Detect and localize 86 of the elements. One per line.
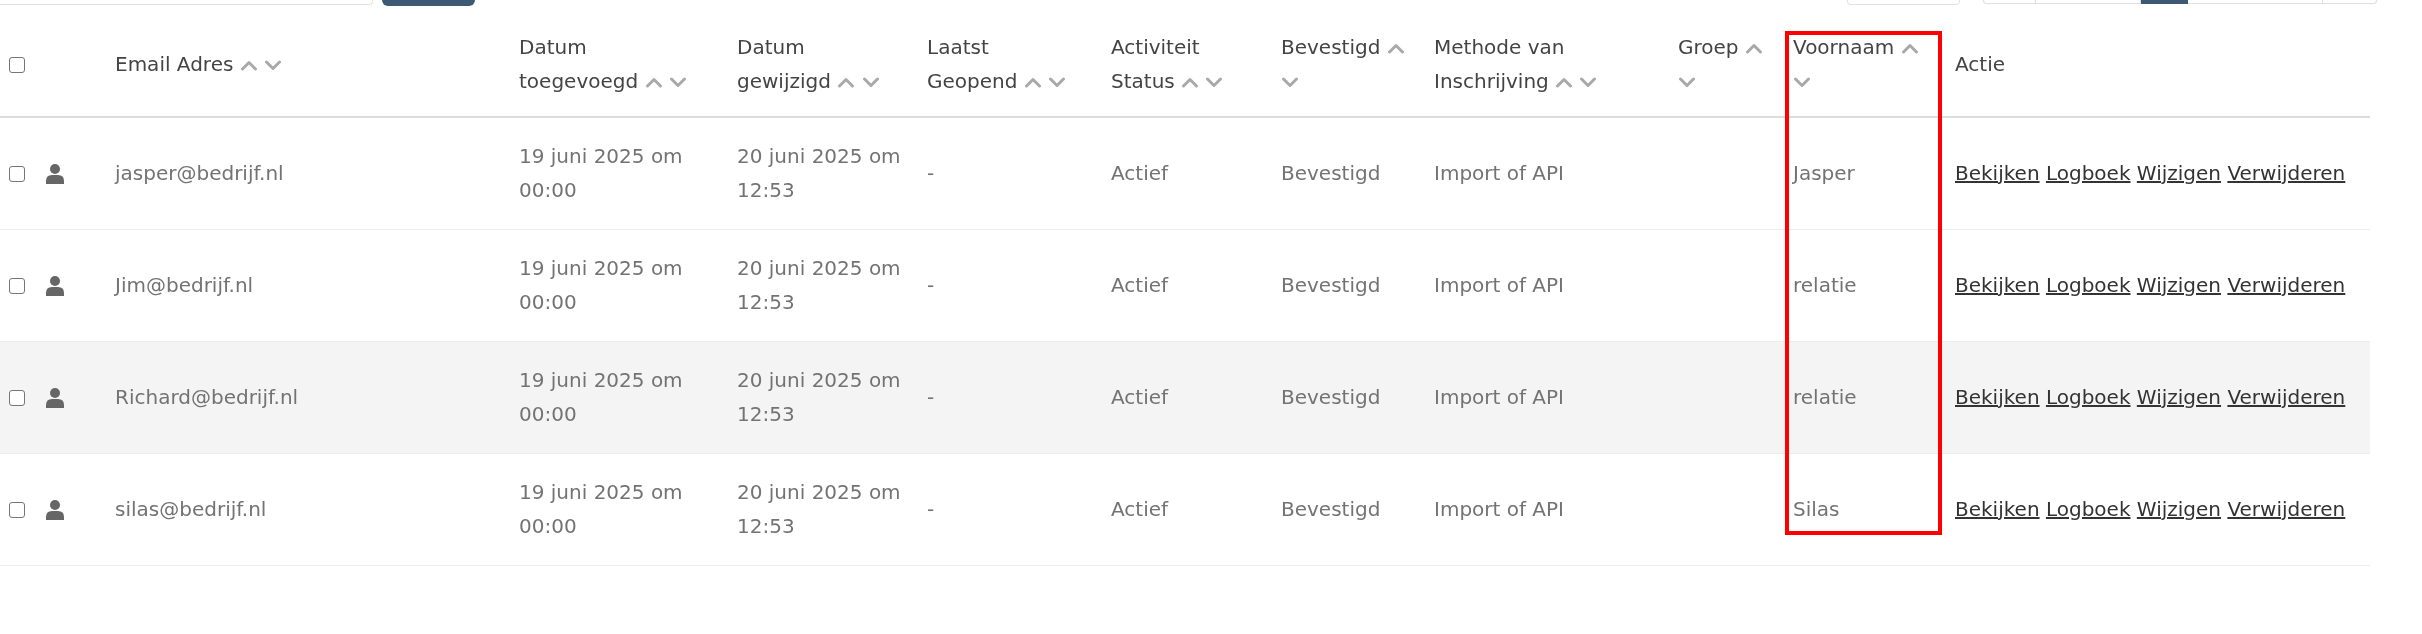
user-icon <box>46 387 64 408</box>
action-link[interactable]: Bekijken <box>1955 384 2040 409</box>
user-icon <box>46 163 64 184</box>
last-opened-text: - <box>927 384 935 409</box>
signup-method-text: Import of API <box>1434 272 1564 297</box>
action-link[interactable]: Wijzigen <box>2136 496 2222 521</box>
action-link[interactable]: Verwijderen <box>2227 160 2346 185</box>
action-link[interactable]: Bekijken <box>1955 496 2040 521</box>
chevron-up-icon[interactable] <box>837 76 856 88</box>
action-link[interactable]: Verwijderen <box>2227 272 2346 297</box>
chevron-up-icon[interactable] <box>1023 76 1042 88</box>
action-link[interactable]: Logboek <box>2045 496 2131 521</box>
action-link[interactable]: Logboek <box>2045 272 2131 297</box>
chevron-up-icon[interactable] <box>1555 76 1574 88</box>
date-text: 19 juni 2025 om 00:00 <box>519 256 683 314</box>
chevron-down-icon[interactable] <box>1793 76 1811 88</box>
action-link[interactable]: Bekijken <box>1955 272 2040 297</box>
signup-method-text: Import of API <box>1434 496 1564 521</box>
first-name-text: relatie <box>1793 384 1857 409</box>
action-link[interactable]: Verwijderen <box>2227 496 2346 521</box>
date-text: 19 juni 2025 om 00:00 <box>519 144 683 202</box>
confirmed-text: Bevestigd <box>1281 496 1381 521</box>
chevron-up-icon[interactable] <box>644 76 663 88</box>
row-checkbox[interactable] <box>9 277 25 294</box>
chevron-up-icon[interactable] <box>239 59 258 71</box>
action-link[interactable]: Wijzigen <box>2136 272 2222 297</box>
last-opened-text: - <box>927 272 935 297</box>
email-address: jasper@bedrijf.nl <box>115 160 284 185</box>
column-header[interactable]: Datum gewijzigd <box>729 6 919 117</box>
chevron-down-icon[interactable] <box>1281 76 1299 88</box>
chevron-down-icon[interactable] <box>861 76 880 88</box>
last-opened-text: - <box>927 160 935 185</box>
chevron-down-icon[interactable] <box>1678 76 1696 88</box>
status-text: Actief <box>1111 272 1169 297</box>
chevron-up-icon[interactable] <box>1181 76 1200 88</box>
status-text: Actief <box>1111 496 1169 521</box>
action-link[interactable]: Verwijderen <box>2227 384 2346 409</box>
email-address: Richard@bedrijf.nl <box>115 384 299 409</box>
row-checkbox[interactable] <box>9 501 25 518</box>
column-header[interactable]: Bevestigd <box>1273 6 1426 117</box>
chevron-down-icon[interactable] <box>668 76 687 88</box>
confirmed-text: Bevestigd <box>1281 272 1381 297</box>
column-header[interactable]: Laatst Geopend <box>919 6 1103 117</box>
date-text: 20 juni 2025 om 12:53 <box>737 480 901 538</box>
first-name-text: relatie <box>1793 272 1857 297</box>
input-field[interactable] <box>1847 0 1960 5</box>
action-link[interactable]: Bekijken <box>1955 160 2040 185</box>
date-text: 20 juni 2025 om 12:53 <box>737 144 901 202</box>
action-link[interactable]: Wijzigen <box>2136 160 2222 185</box>
status-text: Actief <box>1111 160 1169 185</box>
input-field[interactable] <box>0 0 373 5</box>
signup-method-text: Import of API <box>1434 160 1564 185</box>
email-address: Jim@bedrijf.nl <box>115 272 254 297</box>
column-header[interactable]: Methode van Inschrijving <box>1426 6 1670 117</box>
select-all-checkbox[interactable] <box>9 56 25 73</box>
column-header[interactable]: Activiteit Status <box>1103 6 1273 117</box>
chevron-down-icon[interactable] <box>264 59 283 71</box>
toolbar-button[interactable] <box>382 0 475 6</box>
signup-method-text: Import of API <box>1434 384 1564 409</box>
date-text: 19 juni 2025 om 00:00 <box>519 368 683 426</box>
row-checkbox[interactable] <box>9 389 25 406</box>
row-checkbox[interactable] <box>9 165 25 182</box>
chevron-down-icon[interactable] <box>1048 76 1067 88</box>
first-name-text: Silas <box>1793 496 1840 521</box>
action-link[interactable]: Logboek <box>2045 160 2131 185</box>
user-icon <box>46 499 64 520</box>
column-header: Actie <box>1947 6 2370 117</box>
chevron-up-icon[interactable] <box>1744 43 1763 54</box>
column-header[interactable]: Email Adres <box>107 6 511 117</box>
chevron-up-icon[interactable] <box>1386 43 1405 54</box>
date-text: 19 juni 2025 om 00:00 <box>519 480 683 538</box>
email-address: silas@bedrijf.nl <box>115 496 267 521</box>
chevron-up-icon[interactable] <box>1900 43 1919 54</box>
last-opened-text: - <box>927 496 935 521</box>
confirmed-text: Bevestigd <box>1281 160 1381 185</box>
column-header[interactable]: Datum toegevoegd <box>511 6 729 117</box>
action-link[interactable]: Wijzigen <box>2136 384 2222 409</box>
action-link[interactable]: Logboek <box>2045 384 2131 409</box>
date-text: 20 juni 2025 om 12:53 <box>737 256 901 314</box>
user-icon <box>46 275 64 296</box>
date-text: 20 juni 2025 om 12:53 <box>737 368 901 426</box>
chevron-down-icon[interactable] <box>1205 76 1224 88</box>
confirmed-text: Bevestigd <box>1281 384 1381 409</box>
chevron-down-icon[interactable] <box>1579 76 1598 88</box>
first-name-text: Jasper <box>1793 160 1855 185</box>
status-text: Actief <box>1111 384 1169 409</box>
